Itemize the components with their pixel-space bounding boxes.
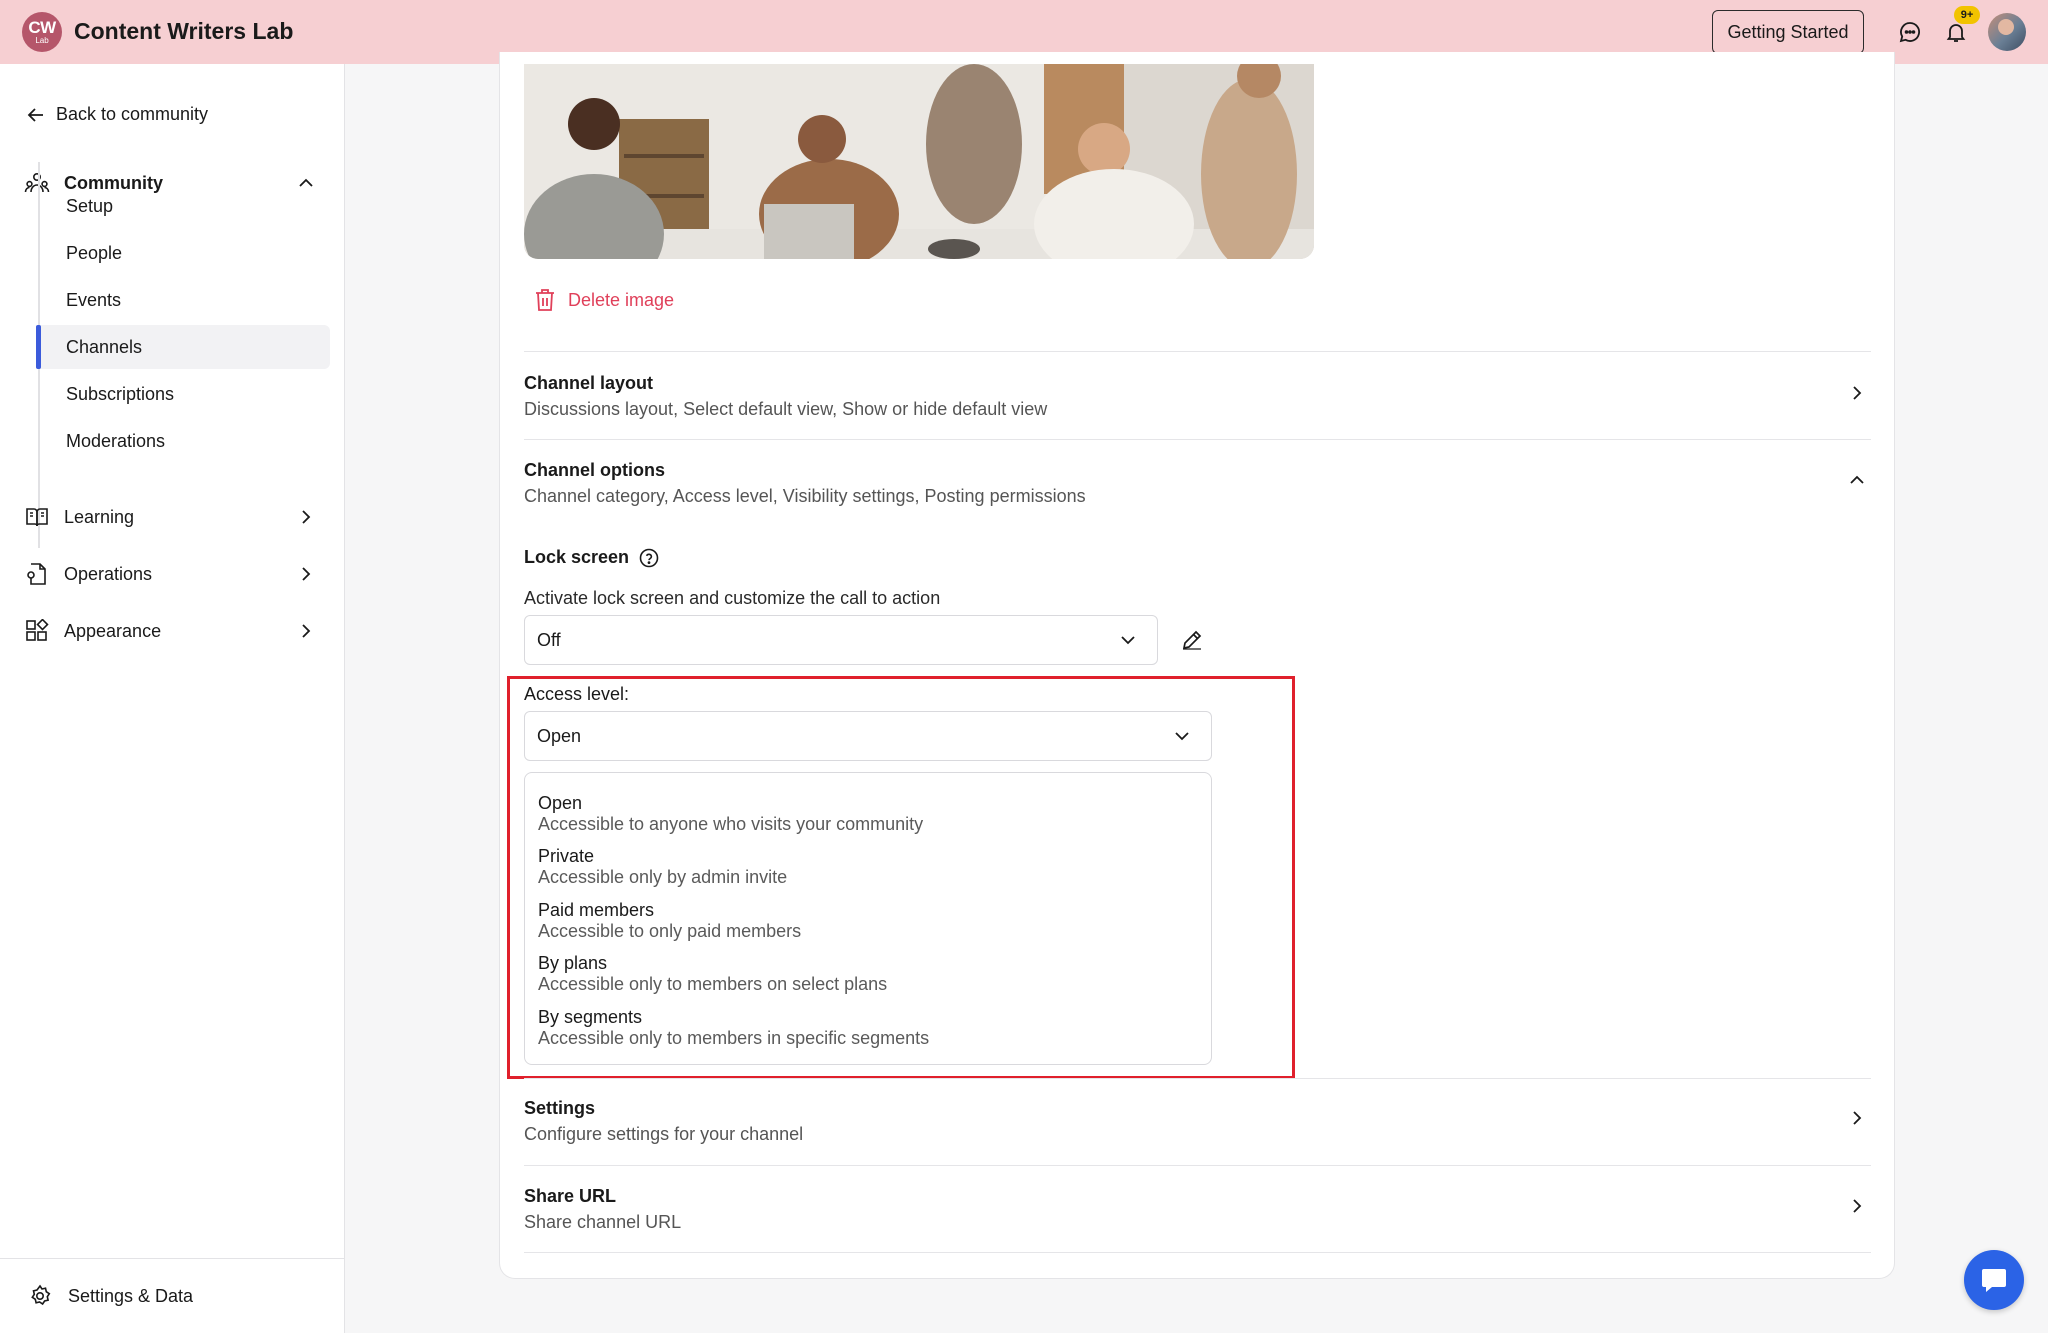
option-description: Accessible to only paid members — [538, 921, 802, 941]
chevron-right-icon[interactable] — [296, 507, 316, 527]
learning-label: Learning — [64, 506, 135, 527]
access-level-label: Access level: — [524, 684, 630, 704]
option-title: Private — [538, 846, 595, 866]
option-by-plans[interactable]: By plans Accessible only to members on s… — [538, 953, 887, 995]
sidebar-item-events[interactable]: Events — [38, 278, 330, 322]
gear-icon — [31, 1284, 51, 1306]
delete-image-label: Delete image — [568, 289, 675, 310]
section-subtitle: Discussions layout, Select default view,… — [524, 399, 1048, 419]
access-level-dropdown: Open Accessible to anyone who visits you… — [524, 772, 1212, 1065]
access-level-value: Open — [537, 725, 582, 746]
user-avatar[interactable] — [1988, 13, 2026, 51]
channel-cover-image — [524, 64, 1314, 259]
operations-label: Operations — [64, 563, 153, 584]
option-description: Accessible only to members on select pla… — [538, 974, 888, 994]
option-description: Accessible only to members in specific s… — [538, 1028, 930, 1048]
sidebar-group-operations[interactable]: Operations — [24, 561, 324, 587]
appearance-icon — [24, 618, 50, 644]
arrow-left-icon — [27, 107, 43, 122]
access-level-select[interactable]: Open — [524, 711, 1212, 761]
delete-image-button[interactable]: Delete image — [534, 288, 674, 312]
option-open[interactable]: Open Accessible to anyone who visits you… — [538, 793, 923, 835]
pencil-icon[interactable] — [1178, 626, 1206, 654]
lock-screen-select[interactable]: Off — [524, 615, 1158, 665]
section-title: Settings — [524, 1098, 596, 1118]
support-chat-button[interactable] — [1964, 1250, 2024, 1310]
sidebar-item-people[interactable]: People — [38, 231, 330, 275]
chevron-right-icon[interactable] — [1846, 1107, 1868, 1129]
sidebar-item-setup[interactable]: Setup — [38, 184, 330, 228]
section-title: Channel layout — [524, 373, 654, 393]
sidebar-group-appearance[interactable]: Appearance — [24, 618, 324, 644]
divider — [524, 439, 1871, 440]
lock-screen-title: Lock screen — [524, 547, 659, 568]
help-icon[interactable] — [639, 548, 659, 568]
chevron-right-icon[interactable] — [296, 621, 316, 641]
divider — [524, 1078, 1871, 1079]
back-label: Back to community — [56, 104, 209, 124]
sidebar-item-moderations[interactable]: Moderations — [38, 419, 330, 463]
community-logo[interactable]: CW Lab — [22, 12, 62, 52]
getting-started-button[interactable]: Getting Started — [1712, 10, 1864, 54]
divider — [524, 1252, 1871, 1253]
settings-data-link[interactable]: Settings & Data — [0, 1258, 344, 1333]
divider — [524, 1165, 1871, 1166]
chevron-right-icon[interactable] — [1846, 1195, 1868, 1217]
lock-screen-description: Activate lock screen and customize the c… — [524, 588, 941, 608]
back-to-community-link[interactable]: Back to community — [26, 104, 208, 125]
chat-icon — [1982, 1269, 2006, 1292]
chat-bubble-icon[interactable] — [1896, 18, 1924, 46]
section-subtitle: Channel category, Access level, Visibili… — [524, 486, 1086, 506]
logo-subtext: Lab — [35, 36, 49, 45]
sidebar-item-channels[interactable]: Channels — [36, 325, 330, 369]
option-title: Open — [538, 793, 583, 813]
sidebar-item-subscriptions[interactable]: Subscriptions — [38, 372, 330, 416]
divider — [524, 351, 1871, 352]
option-by-segments[interactable]: By segments Accessible only to members i… — [538, 1007, 929, 1049]
chevron-right-icon[interactable] — [1846, 382, 1868, 404]
option-private[interactable]: Private Accessible only by admin invite — [538, 846, 787, 888]
trash-icon — [536, 289, 554, 311]
operations-icon — [24, 561, 50, 587]
section-subtitle: Share channel URL — [524, 1212, 682, 1232]
lock-screen-value: Off — [537, 629, 561, 650]
section-title: Share URL — [524, 1186, 617, 1206]
option-paid-members[interactable]: Paid members Accessible to only paid mem… — [538, 900, 801, 942]
community-title[interactable]: Content Writers Lab — [74, 18, 293, 45]
option-description: Accessible to anyone who visits your com… — [538, 814, 924, 834]
chevron-down-icon — [1119, 631, 1137, 654]
sidebar-group-learning[interactable]: Learning — [24, 504, 324, 530]
option-title: By segments — [538, 1007, 643, 1027]
logo-initials: CW — [28, 18, 56, 37]
option-title: By plans — [538, 953, 608, 973]
appearance-label: Appearance — [64, 620, 162, 641]
settings-data-label: Settings & Data — [68, 1285, 194, 1306]
book-icon — [24, 504, 50, 530]
chevron-right-icon[interactable] — [296, 564, 316, 584]
option-description: Accessible only by admin invite — [538, 867, 788, 887]
option-title: Paid members — [538, 900, 655, 920]
section-title: Channel options — [524, 460, 665, 480]
notification-badge: 9+ — [1954, 6, 1980, 24]
section-subtitle: Configure settings for your channel — [524, 1124, 804, 1144]
chevron-down-icon — [1173, 727, 1191, 750]
lock-screen-label: Lock screen — [524, 547, 630, 567]
chevron-up-icon[interactable] — [1846, 469, 1868, 491]
sidebar: Back to community Community Setup People… — [0, 64, 345, 1333]
